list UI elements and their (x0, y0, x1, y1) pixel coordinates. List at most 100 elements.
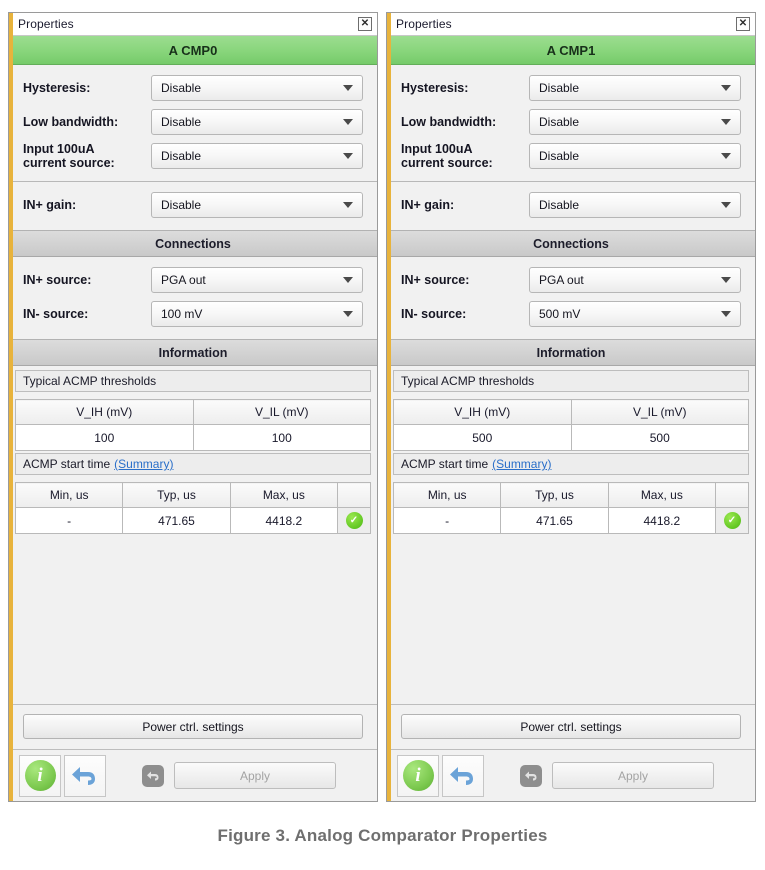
information-body: Typical ACMP thresholds V_IH (mV) V_IL (… (9, 366, 377, 542)
settings-group: Hysteresis: Disable Low bandwidth: Disab… (387, 65, 755, 181)
connection-row-in-minus-source: IN- source: 500 mV (401, 297, 741, 331)
setting-label: Hysteresis: (23, 81, 91, 95)
apply-button[interactable]: Apply (552, 762, 714, 789)
power-ctrl-settings-button[interactable]: Power ctrl. settings (401, 714, 741, 739)
panel-titlebar: Properties ✕ (387, 13, 755, 36)
table-cell: 471.65 (122, 507, 231, 534)
setting-label: Low bandwidth: (23, 115, 119, 129)
setting-label-line1: Input 100uA (23, 142, 95, 156)
in-plus-source-dropdown[interactable]: PGA out (529, 267, 741, 293)
dropdown-value: PGA out (161, 273, 206, 287)
column-header: Max, us (229, 482, 339, 508)
column-header: Max, us (607, 482, 717, 508)
chevron-down-icon (343, 311, 353, 317)
chevron-down-icon (343, 277, 353, 283)
table-cell: 100 (192, 424, 371, 451)
power-settings-area: Power ctrl. settings (9, 704, 377, 749)
component-name-header: A CMP1 (387, 36, 755, 65)
chevron-down-icon (343, 202, 353, 208)
chevron-down-icon (721, 202, 731, 208)
dropdown-value: 500 mV (539, 307, 581, 321)
connections-group: IN+ source: PGA out IN- source: 100 mV (9, 257, 377, 339)
column-header: Typ, us (500, 482, 609, 508)
connection-row-in-plus-source: IN+ source: PGA out (401, 263, 741, 297)
setting-label-line2: current source: (401, 156, 493, 170)
apply-button[interactable]: Apply (174, 762, 336, 789)
connection-label: IN- source: (401, 307, 467, 321)
hysteresis-dropdown[interactable]: Disable (529, 75, 741, 101)
input-current-source-dropdown[interactable]: Disable (529, 143, 741, 169)
power-ctrl-settings-button[interactable]: Power ctrl. settings (23, 714, 363, 739)
connection-label: IN+ source: (401, 273, 470, 287)
column-header: Min, us (392, 482, 502, 508)
info-button[interactable]: i (397, 754, 439, 797)
start-time-caption: ACMP start time (Summary) (15, 453, 371, 475)
chevron-down-icon (721, 85, 731, 91)
thresholds-caption: Typical ACMP thresholds (393, 370, 749, 392)
undo-button[interactable] (64, 754, 106, 797)
figure-caption: Figure 3. Analog Comparator Properties (217, 826, 548, 845)
chevron-down-icon (343, 119, 353, 125)
in-plus-gain-dropdown[interactable]: Disable (529, 192, 741, 218)
summary-link[interactable]: (Summary) (492, 457, 551, 471)
table-cell: - (14, 507, 124, 534)
panel-titlebar: Properties ✕ (9, 13, 377, 36)
chevron-down-icon (721, 119, 731, 125)
reset-arrow-icon (524, 771, 536, 780)
close-icon[interactable]: ✕ (358, 17, 372, 31)
table-row: - 471.65 4418.2 ✓ (392, 507, 749, 534)
input-current-source-dropdown[interactable]: Disable (151, 143, 363, 169)
in-plus-gain-dropdown[interactable]: Disable (151, 192, 363, 218)
dropdown-value: 100 mV (161, 307, 203, 321)
dropdown-value: Disable (539, 115, 580, 129)
dropdown-value: Disable (161, 149, 202, 163)
setting-label: Input 100uA current source: (401, 142, 529, 170)
panel-spacer (387, 542, 755, 704)
hysteresis-dropdown[interactable]: Disable (151, 75, 363, 101)
setting-label: Hysteresis: (401, 81, 469, 95)
undo-button[interactable] (442, 754, 484, 797)
connection-row-in-plus-source: IN+ source: PGA out (23, 263, 363, 297)
low-bandwidth-dropdown[interactable]: Disable (151, 109, 363, 135)
properties-panel-cmp0: Properties ✕ A CMP0 Hysteresis: Disable … (8, 12, 378, 802)
in-minus-source-dropdown[interactable]: 100 mV (151, 301, 363, 327)
start-time-table: Min, us Typ, us Max, us - 471.65 4418.2 … (14, 482, 371, 534)
table-cell: 100 (15, 424, 194, 451)
setting-label: IN+ gain: (23, 198, 77, 212)
reset-icon (520, 764, 542, 787)
start-time-caption-text: ACMP start time (401, 457, 489, 471)
thresholds-table: V_IH (mV) V_IL (mV) 100 100 (15, 399, 371, 451)
section-header-connections: Connections (387, 230, 755, 257)
dropdown-value: PGA out (539, 273, 584, 287)
summary-link[interactable]: (Summary) (114, 457, 173, 471)
chevron-down-icon (721, 277, 731, 283)
column-header-status (715, 482, 749, 508)
dropdown-value: Disable (539, 198, 580, 212)
setting-row-in-plus-gain: IN+ gain: Disable (401, 188, 741, 222)
figure-container: Properties ✕ A CMP0 Hysteresis: Disable … (0, 0, 765, 870)
low-bandwidth-dropdown[interactable]: Disable (529, 109, 741, 135)
table-cell: - (392, 507, 502, 534)
setting-label: Low bandwidth: (401, 115, 497, 129)
panel-button-bar: i Apply (9, 749, 377, 801)
setting-label-line1: Input 100uA (401, 142, 473, 156)
info-button[interactable]: i (19, 754, 61, 797)
table-row: 100 100 (15, 424, 371, 451)
information-body: Typical ACMP thresholds V_IH (mV) V_IL (… (387, 366, 755, 542)
close-icon[interactable]: ✕ (736, 17, 750, 31)
connection-label: IN+ source: (23, 273, 92, 287)
chevron-down-icon (721, 311, 731, 317)
column-header: V_IH (mV) (15, 399, 194, 425)
table-header-row: V_IH (mV) V_IL (mV) (393, 399, 749, 425)
panel-title: Properties (396, 17, 452, 31)
in-plus-source-dropdown[interactable]: PGA out (151, 267, 363, 293)
gain-group: IN+ gain: Disable (387, 181, 755, 230)
setting-row-hysteresis: Hysteresis: Disable (401, 71, 741, 105)
thresholds-caption: Typical ACMP thresholds (15, 370, 371, 392)
setting-row-input-current-source: Input 100uA current source: Disable (401, 139, 741, 173)
table-cell: 471.65 (500, 507, 609, 534)
table-cell: 4418.2 (607, 507, 717, 534)
in-minus-source-dropdown[interactable]: 500 mV (529, 301, 741, 327)
setting-label: Input 100uA current source: (23, 142, 151, 170)
reset-icon (142, 764, 164, 787)
